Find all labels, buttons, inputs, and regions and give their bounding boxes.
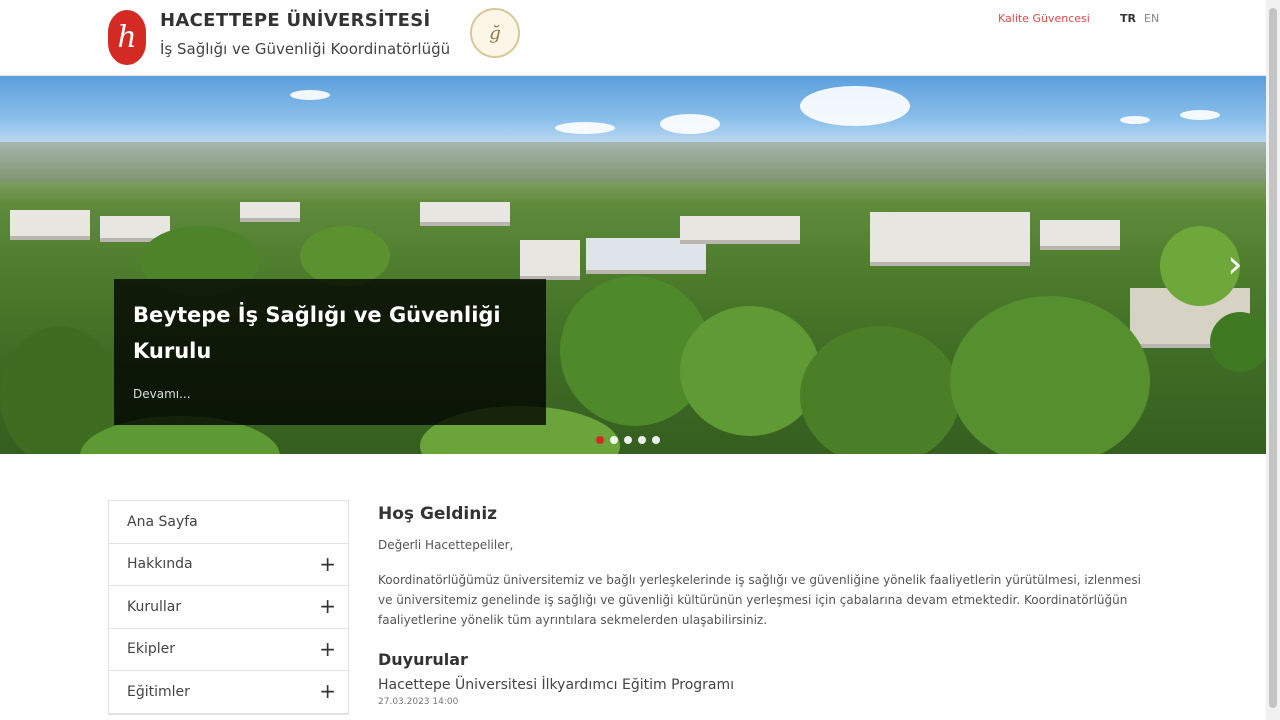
slide-indicators <box>596 436 660 444</box>
sidebar-item-about[interactable]: Hakkında + <box>109 544 348 586</box>
campus-building <box>1040 220 1120 250</box>
lang-tr-link[interactable]: TR <box>1120 12 1136 25</box>
sidebar-menu: Ana Sayfa Hakkında + Kurullar + Ekipler … <box>108 500 349 715</box>
cloud <box>290 90 330 100</box>
read-more-link[interactable]: Devamı... <box>133 387 191 401</box>
tree <box>1210 312 1266 372</box>
plus-icon[interactable]: + <box>319 596 336 616</box>
tree <box>300 226 390 286</box>
university-logo[interactable]: h <box>108 10 146 65</box>
plus-icon[interactable]: + <box>319 681 336 701</box>
welcome-title: Hoş Geldiniz <box>378 504 498 524</box>
campus-building <box>10 210 90 240</box>
campus-building <box>240 202 300 222</box>
sidebar-item-committees[interactable]: Kurullar + <box>109 586 348 629</box>
slide-indicator-5[interactable] <box>652 436 660 444</box>
plus-icon[interactable]: + <box>319 554 336 574</box>
announcement-link[interactable]: Hacettepe Üniversitesi İlkyardımcı Eğiti… <box>378 677 1148 693</box>
slide-caption: Beytepe İş Sağlığı ve Güvenliği Kurulu D… <box>114 279 546 425</box>
chevron-right-icon[interactable]: › <box>1220 242 1250 286</box>
greeting-text: Değerli Hacettepeliler, <box>378 538 514 552</box>
slide-indicator-4[interactable] <box>638 436 646 444</box>
slide-indicator-3[interactable] <box>624 436 632 444</box>
campus-building <box>680 216 800 244</box>
slide-caption-title[interactable]: Beytepe İş Sağlığı ve Güvenliği Kurulu <box>133 297 533 369</box>
slide-indicator-2[interactable] <box>610 436 618 444</box>
sidebar-item-label: Ana Sayfa <box>127 513 198 530</box>
plus-icon[interactable]: + <box>319 639 336 659</box>
sidebar-item-teams[interactable]: Ekipler + <box>109 629 348 671</box>
announcements-title: Duyurular <box>378 650 468 669</box>
cloud <box>660 114 720 134</box>
cloud <box>1120 116 1150 124</box>
tree <box>950 296 1150 454</box>
sidebar-item-home[interactable]: Ana Sayfa <box>109 501 348 544</box>
sidebar-item-trainings[interactable]: Eğitimler + <box>109 671 348 714</box>
logo-letter: h <box>117 19 137 55</box>
hero-slider: Beytepe İş Sağlığı ve Güvenliği Kurulu D… <box>0 76 1266 454</box>
university-name[interactable]: HACETTEPE ÜNİVERSİTESİ <box>160 10 430 31</box>
campus-building <box>420 202 510 226</box>
site-header: h HACETTEPE ÜNİVERSİTESİ İş Sağlığı ve G… <box>0 0 1266 76</box>
distant-hills <box>0 142 1266 182</box>
campus-building <box>520 240 580 280</box>
quality-assurance-link[interactable]: Kalite Güvencesi <box>998 12 1090 25</box>
seal-icon: ğ <box>470 8 520 58</box>
tree <box>800 326 960 454</box>
cloud <box>1180 110 1220 120</box>
scrollbar-thumb[interactable] <box>1269 8 1277 708</box>
lang-en-link[interactable]: EN <box>1144 12 1159 25</box>
sidebar-item-label: Hakkında <box>127 556 193 573</box>
sidebar-item-label: Ekipler <box>127 641 175 658</box>
cloud <box>555 122 615 134</box>
page-scrollbar[interactable] <box>1266 0 1280 720</box>
unit-name[interactable]: İş Sağlığı ve Güvenliği Koordinatörlüğü <box>160 40 450 58</box>
slide-indicator-1[interactable] <box>596 436 604 444</box>
campus-building <box>870 212 1030 266</box>
sidebar-item-label: Kurullar <box>127 598 182 615</box>
announcement-date: 27.03.2023 14:00 <box>378 697 459 707</box>
intro-paragraph: Koordinatörlüğümüz üniversitemiz ve bağl… <box>378 573 1141 627</box>
main-content: Hoş Geldiniz Değerli Hacettepeliler, Koo… <box>378 504 1148 707</box>
tree <box>680 306 820 436</box>
sidebar-item-label: Eğitimler <box>127 683 190 700</box>
seal-letter: ğ <box>489 22 501 44</box>
cloud <box>800 86 910 126</box>
